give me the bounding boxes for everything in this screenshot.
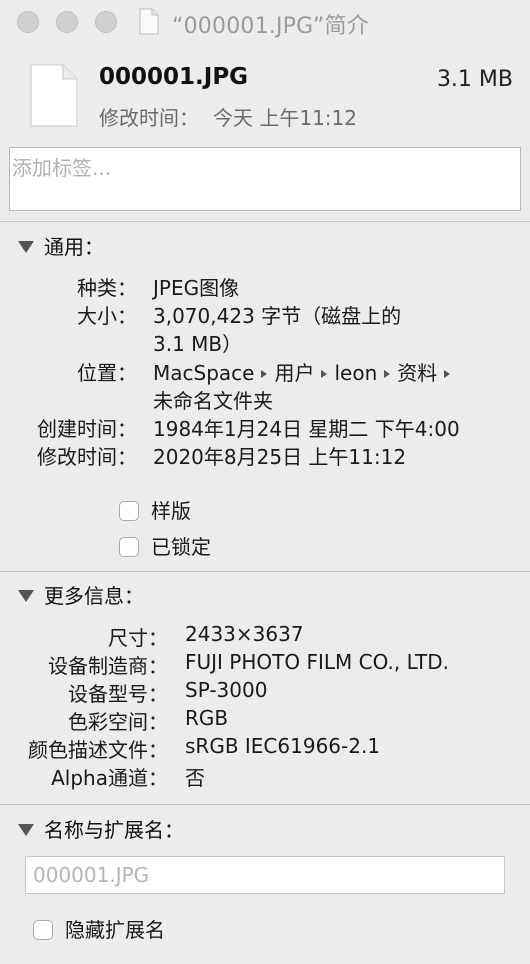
- section-general-toggle[interactable]: 通用：: [18, 231, 104, 260]
- window-title: “000001.JPG”简介: [172, 14, 369, 39]
- section-name-ext-title: 名称与扩展名：: [44, 818, 184, 842]
- disclosure-triangle-icon: [18, 240, 34, 253]
- color-space-value: RGB: [185, 706, 229, 730]
- document-icon: [139, 8, 159, 35]
- path-separator-icon: [261, 369, 268, 378]
- device-model-value: SP-3000: [185, 678, 268, 702]
- dimensions-value: 2433×3637: [185, 622, 304, 646]
- size-value: 3,070,423 字节（磁盘上的: [153, 304, 402, 328]
- file-size: 3.1 MB: [436, 67, 513, 92]
- kind-label: 种类：: [77, 276, 137, 300]
- created-label: 创建时间：: [37, 417, 137, 441]
- disclosure-triangle-icon: [18, 589, 34, 602]
- color-profile-label: 颜色描述文件：: [28, 738, 168, 762]
- path-item: leon: [334, 361, 378, 385]
- device-make-label: 设备制造商：: [48, 654, 168, 678]
- modified-label: 修改时间：: [37, 445, 137, 469]
- path-item-folder: 未命名文件夹: [153, 389, 273, 413]
- file-name: 000001.JPG: [99, 64, 249, 90]
- path-item: MacSpace: [153, 361, 255, 385]
- divider: [0, 571, 530, 572]
- divider: [0, 221, 530, 222]
- name-extension-field[interactable]: [25, 856, 505, 894]
- file-header: 000001.JPG 3.1 MB 修改时间： 今天 上午11:12: [0, 46, 530, 140]
- section-more-info-title: 更多信息：: [44, 584, 144, 608]
- section-general-title: 通用：: [44, 235, 104, 259]
- path-item: 资料: [397, 361, 438, 385]
- path-item: 用户: [274, 361, 315, 385]
- minimize-button[interactable]: [56, 11, 78, 33]
- color-profile-value: sRGB IEC61966-2.1: [185, 734, 381, 758]
- zoom-button[interactable]: [95, 11, 117, 33]
- device-model-label: 设备型号：: [68, 682, 168, 706]
- disclosure-triangle-icon: [18, 823, 34, 836]
- size-label: 大小：: [77, 304, 137, 328]
- stationery-label: 样版: [151, 499, 191, 523]
- locked-checkbox[interactable]: [119, 536, 139, 557]
- title-bar: “000001.JPG”简介: [0, 0, 530, 46]
- hide-extension-label: 隐藏扩展名: [65, 918, 165, 942]
- alpha-channel-value: 否: [185, 766, 205, 790]
- hide-extension-checkbox[interactable]: [33, 919, 53, 940]
- section-more-info-toggle[interactable]: 更多信息：: [18, 580, 144, 609]
- alpha-channel-label: Alpha通道：: [51, 766, 168, 790]
- close-button[interactable]: [17, 11, 39, 33]
- path-separator-icon: [321, 369, 328, 378]
- color-space-label: 色彩空间：: [68, 710, 168, 734]
- locked-checkbox-row[interactable]: 已锁定: [119, 531, 211, 560]
- where-path: MacSpace 用户 leon 资料: [153, 357, 457, 386]
- created-value: 1984年1月24日 星期二 下午4:00: [153, 417, 460, 441]
- modified-value: 2020年8月25日 上午11:12: [153, 445, 407, 469]
- path-separator-icon: [444, 369, 451, 378]
- dimensions-label: 尺寸：: [108, 626, 168, 650]
- section-name-ext-toggle[interactable]: 名称与扩展名：: [18, 814, 184, 843]
- divider: [0, 804, 530, 805]
- stationery-checkbox[interactable]: [119, 500, 139, 521]
- document-icon: [30, 64, 78, 127]
- hide-extension-checkbox-row[interactable]: 隐藏扩展名: [33, 914, 165, 943]
- stationery-checkbox-row[interactable]: 样版: [119, 495, 191, 524]
- size-value-cont: 3.1 MB）: [153, 332, 243, 356]
- device-make-value: FUJI PHOTO FILM CO., LTD.: [185, 650, 449, 674]
- header-modified-value: 今天 上午11:12: [213, 106, 357, 130]
- locked-label: 已锁定: [151, 535, 211, 559]
- where-label: 位置：: [77, 361, 137, 385]
- header-modified-label: 修改时间：: [99, 106, 199, 130]
- header-modified: 修改时间： 今天 上午11:12: [99, 102, 357, 131]
- kind-value: JPEG图像: [153, 276, 240, 300]
- path-separator-icon: [384, 369, 391, 378]
- tags-input[interactable]: [9, 147, 521, 211]
